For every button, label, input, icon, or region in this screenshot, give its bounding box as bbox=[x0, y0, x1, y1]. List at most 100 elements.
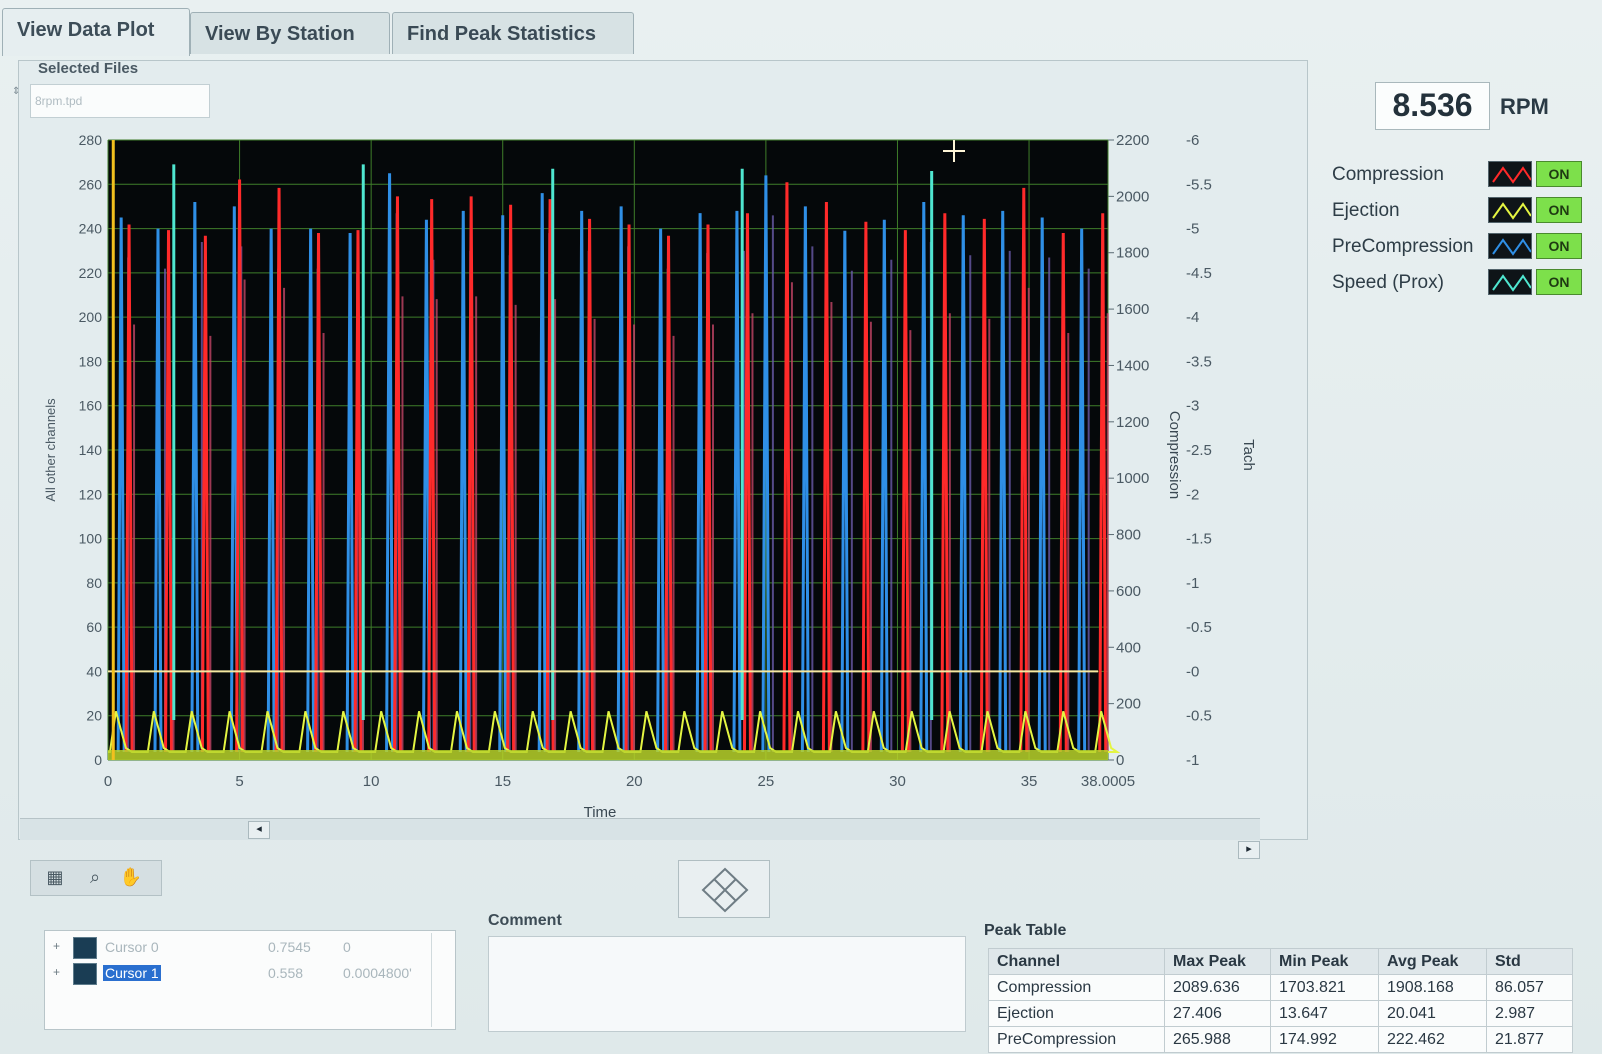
table-row[interactable]: Ejection 27.406 13.647 20.041 2.987 bbox=[988, 1000, 1573, 1027]
cursor-style-icon[interactable] bbox=[73, 963, 97, 985]
y-tach-tick-label: -1 bbox=[1186, 575, 1199, 592]
cursor-style-icon[interactable] bbox=[73, 937, 97, 959]
cursor-move-button[interactable] bbox=[678, 860, 770, 918]
column-header[interactable]: Avg Peak bbox=[1378, 948, 1487, 975]
y-compression-tick-label: 1800 bbox=[1116, 245, 1149, 262]
x-tick-label: 25 bbox=[758, 773, 775, 790]
table-cell: 86.057 bbox=[1486, 974, 1573, 1001]
ejection-on-toggle[interactable]: ON bbox=[1536, 197, 1582, 223]
y-left-tick-label: 120 bbox=[79, 486, 103, 502]
cursor-x-value: 0.7545 bbox=[268, 939, 311, 955]
cursor-row[interactable]: + Cursor 0 0.7545 0 bbox=[53, 937, 433, 959]
x-tick-label: 30 bbox=[889, 773, 906, 790]
table-cell: 21.877 bbox=[1486, 1026, 1573, 1053]
waveform-icon bbox=[1488, 233, 1532, 259]
column-header[interactable]: Std bbox=[1486, 948, 1573, 975]
y-compression-tick-label: 1600 bbox=[1116, 301, 1149, 318]
legend-item-precompression: PreCompression ON bbox=[1310, 230, 1600, 266]
y-left-tick-label: 20 bbox=[86, 708, 102, 724]
table-cell: 222.462 bbox=[1378, 1026, 1487, 1053]
x-tick-label: 20 bbox=[626, 773, 643, 790]
y-compression-tick-label: 200 bbox=[1116, 696, 1141, 713]
table-cell: PreCompression bbox=[988, 1026, 1165, 1053]
legend-label: PreCompression bbox=[1332, 236, 1474, 257]
legend-label: Compression bbox=[1332, 164, 1444, 185]
peak-table: Channel Max Peak Min Peak Avg Peak Std C… bbox=[988, 948, 1573, 1053]
plot-horizontal-scrollbar[interactable]: ◂ ▸ bbox=[20, 818, 1260, 859]
y-compression-tick-label: 2200 bbox=[1116, 132, 1149, 149]
table-cell: 1703.821 bbox=[1270, 974, 1379, 1001]
expand-icon[interactable]: + bbox=[53, 965, 65, 979]
waveform-icon bbox=[1488, 197, 1532, 223]
y-tach-tick-label: -2 bbox=[1186, 486, 1199, 503]
x-tick-label: 0 bbox=[104, 773, 112, 790]
compression-on-toggle[interactable]: ON bbox=[1536, 161, 1582, 187]
y-compression-tick-label: 800 bbox=[1116, 527, 1141, 544]
y-left-tick-label: 260 bbox=[79, 176, 103, 192]
cursor-y-value: 0 bbox=[343, 939, 351, 955]
y-left-tick-label: 100 bbox=[79, 531, 103, 547]
cursor-name[interactable]: Cursor 1 bbox=[103, 965, 161, 981]
cursor-name[interactable]: Cursor 0 bbox=[103, 939, 161, 955]
x-tick-label: 38.0005 bbox=[1081, 773, 1135, 790]
waveform-icon bbox=[1488, 269, 1532, 295]
y-tach-tick-label: -0.5 bbox=[1186, 619, 1212, 636]
table-cell: 13.647 bbox=[1270, 1000, 1379, 1027]
y-axis-compression-label: Compression bbox=[1166, 411, 1183, 499]
comment-field[interactable] bbox=[488, 936, 966, 1032]
table-cell: 1908.168 bbox=[1378, 974, 1487, 1001]
zoom-tool-icon[interactable]: ⌕ bbox=[83, 867, 107, 889]
x-tick-label: 10 bbox=[363, 773, 380, 790]
scroll-left-arrow-icon[interactable]: ◂ bbox=[248, 821, 270, 839]
rpm-value: 8.536 bbox=[1375, 82, 1490, 130]
rpm-unit-label: RPM bbox=[1500, 94, 1549, 119]
comment-label: Comment bbox=[488, 912, 562, 929]
table-cell: Ejection bbox=[988, 1000, 1165, 1027]
table-row[interactable]: Compression 2089.636 1703.821 1908.168 8… bbox=[988, 974, 1573, 1001]
x-tick-label: 5 bbox=[235, 773, 243, 790]
cursor-row[interactable]: + Cursor 1 0.558 0.0004800' bbox=[53, 963, 433, 985]
waveform-icon bbox=[1488, 161, 1532, 187]
y-compression-tick-label: 0 bbox=[1116, 752, 1124, 769]
y-compression-tick-label: 600 bbox=[1116, 583, 1141, 600]
table-header-row: Channel Max Peak Min Peak Avg Peak Std bbox=[988, 948, 1573, 975]
x-tick-label: 15 bbox=[494, 773, 511, 790]
table-cell: 174.992 bbox=[1270, 1026, 1379, 1053]
table-cell: 2089.636 bbox=[1164, 974, 1271, 1001]
y-compression-tick-label: 400 bbox=[1116, 639, 1141, 656]
column-header[interactable]: Channel bbox=[988, 948, 1165, 975]
pan-hand-tool-icon[interactable]: ✋ bbox=[119, 867, 143, 889]
ejection-baseline-noise bbox=[108, 750, 1108, 760]
column-header[interactable]: Max Peak bbox=[1164, 948, 1271, 975]
cursor-panel-scrollbar[interactable] bbox=[431, 933, 453, 1027]
y-tach-tick-label: -1 bbox=[1186, 752, 1199, 769]
peak-table-title: Peak Table bbox=[984, 922, 1067, 939]
table-cell: 27.406 bbox=[1164, 1000, 1271, 1027]
table-cell: Compression bbox=[988, 974, 1165, 1001]
scroll-right-arrow-icon[interactable]: ▸ bbox=[1238, 841, 1260, 859]
speed-prox-on-toggle[interactable]: ON bbox=[1536, 269, 1582, 295]
cursor-grid-tool-icon[interactable]: ▦ bbox=[43, 867, 67, 889]
y-tach-tick-label: -0.5 bbox=[1186, 708, 1212, 725]
y-tach-tick-label: -4.5 bbox=[1186, 265, 1212, 282]
y-left-tick-label: 60 bbox=[86, 619, 102, 635]
y-left-tick-label: 40 bbox=[86, 663, 102, 679]
precompression-on-toggle[interactable]: ON bbox=[1536, 233, 1582, 259]
graph-tools-palette: ▦ ⌕ ✋ bbox=[30, 860, 162, 896]
cursor-x-value: 0.558 bbox=[268, 965, 304, 981]
diamond-move-icon bbox=[701, 867, 749, 913]
y-compression-tick-label: 1400 bbox=[1116, 357, 1149, 374]
y-tach-tick-label: -2.5 bbox=[1186, 442, 1212, 459]
cursor-legend-panel: + Cursor 0 0.7545 0 + Cursor 1 0.558 0.0… bbox=[44, 930, 456, 1030]
legend-label: Ejection bbox=[1332, 200, 1400, 221]
expand-icon[interactable]: + bbox=[53, 939, 65, 953]
y-axis-left-label: All other channels bbox=[43, 398, 58, 502]
cursor-y-value: 0.0004800' bbox=[343, 965, 412, 981]
legend-label: Speed (Prox) bbox=[1332, 272, 1444, 293]
y-axis-tach-label: Tach bbox=[1240, 439, 1257, 471]
table-row[interactable]: PreCompression 265.988 174.992 222.462 2… bbox=[988, 1026, 1573, 1053]
column-header[interactable]: Min Peak bbox=[1270, 948, 1379, 975]
y-left-tick-label: 80 bbox=[86, 575, 102, 591]
y-left-tick-label: 220 bbox=[79, 265, 103, 281]
legend-item-ejection: Ejection ON bbox=[1310, 194, 1600, 230]
